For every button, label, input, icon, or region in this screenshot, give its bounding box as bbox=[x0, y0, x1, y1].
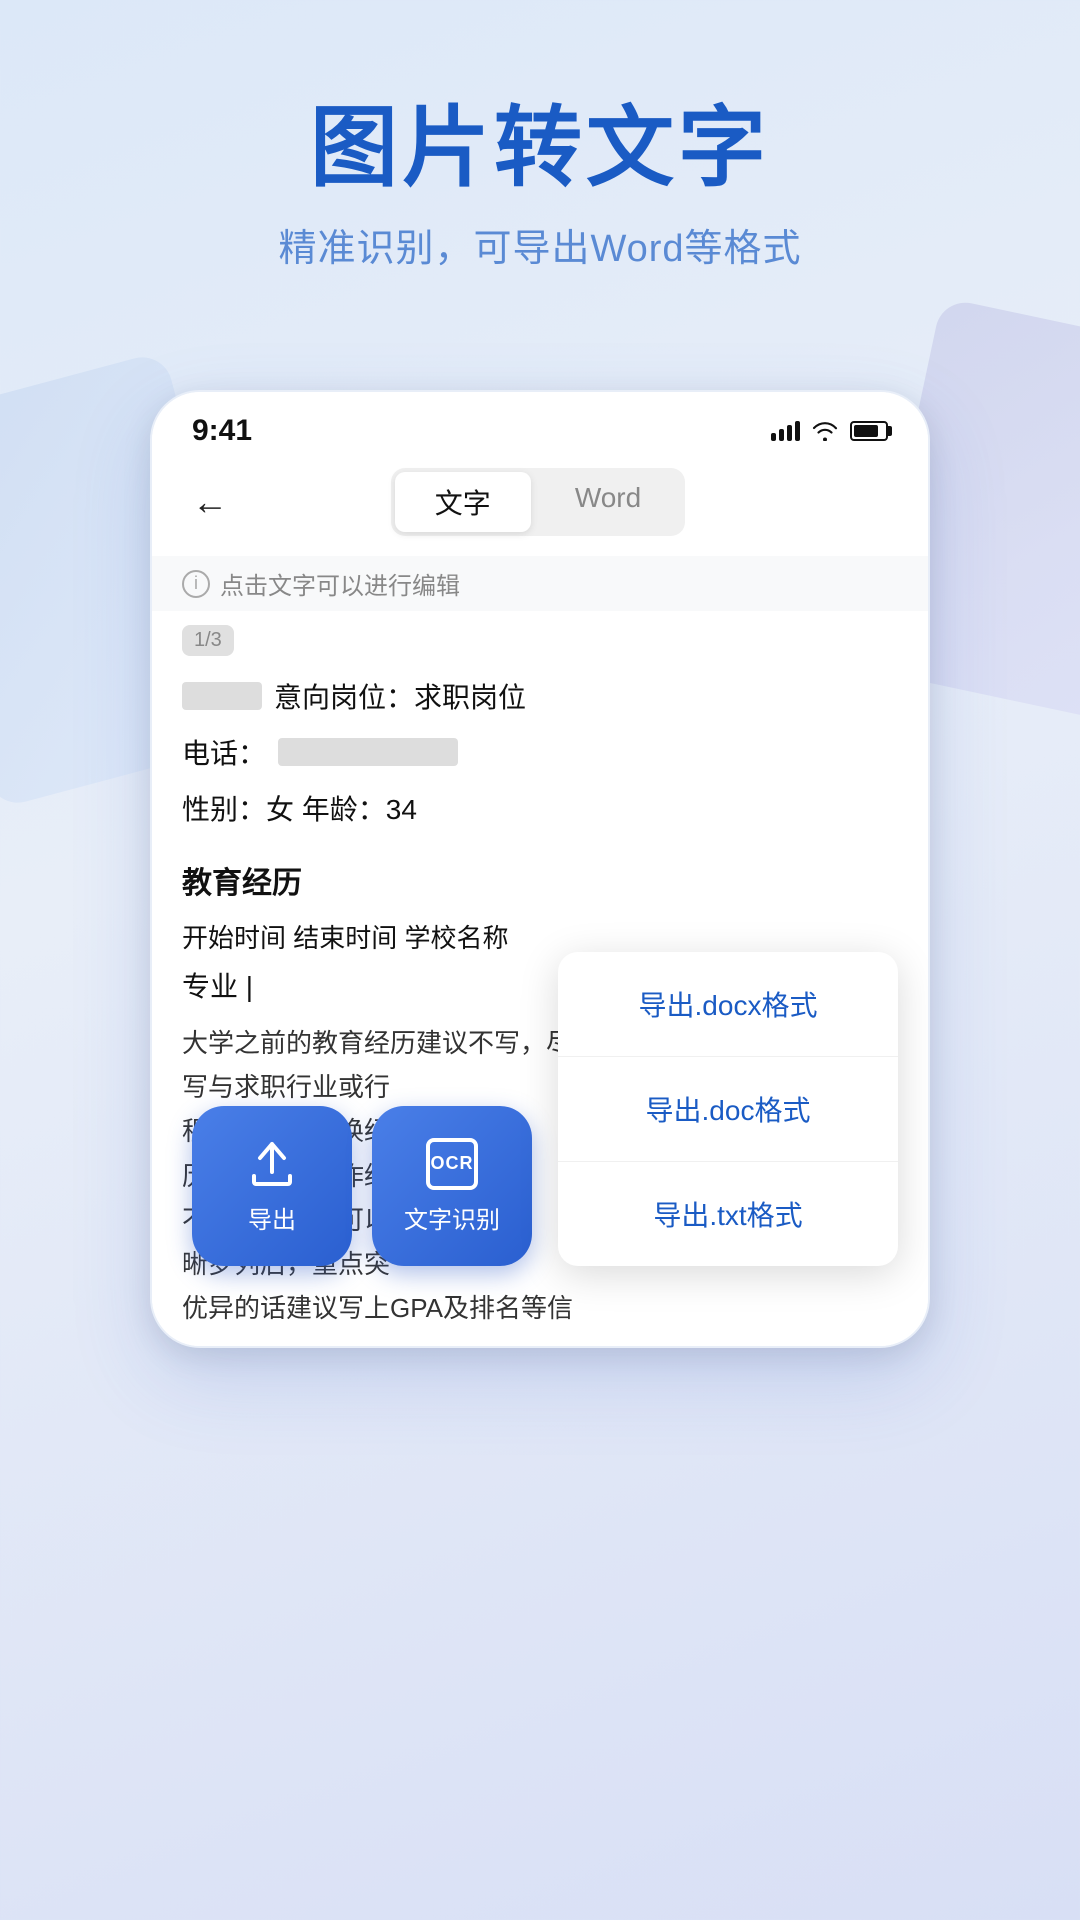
tab-word[interactable]: Word bbox=[535, 472, 681, 532]
back-button[interactable]: ← bbox=[182, 476, 238, 528]
hint-text: 点击文字可以进行编辑 bbox=[220, 566, 460, 601]
phone-mockup: 9:41 ← 文字 Word i 点击文字可以进行编辑 1/3 bbox=[150, 390, 930, 1348]
page-indicator: 1/3 bbox=[182, 625, 234, 656]
doc-table-header: 开始时间 结束时间 学校名称 bbox=[182, 918, 898, 955]
para-line-7: 优异的话建议写上GPA及排名等信 bbox=[182, 1286, 898, 1330]
export-button[interactable]: 导出 bbox=[192, 1106, 352, 1266]
status-bar: 9:41 bbox=[152, 392, 928, 458]
ocr-button[interactable]: OCR 文字识别 bbox=[372, 1106, 532, 1266]
tab-group: 文字 Word bbox=[391, 468, 685, 536]
app-navbar: ← 文字 Word bbox=[152, 458, 928, 556]
ocr-label: 文字识别 bbox=[404, 1200, 500, 1235]
hero-subtitle: 精准识别，可导出Word等格式 bbox=[0, 217, 1080, 272]
wifi-icon bbox=[812, 421, 838, 441]
export-docx-option[interactable]: 导出.docx格式 bbox=[558, 952, 898, 1057]
info-icon: i bbox=[182, 570, 210, 598]
export-doc-option[interactable]: 导出.doc格式 bbox=[558, 1057, 898, 1162]
tab-wenzi[interactable]: 文字 bbox=[395, 472, 531, 532]
blurred-photo bbox=[182, 682, 262, 710]
doc-section-education: 教育经历 bbox=[182, 858, 898, 902]
blurred-phone bbox=[278, 738, 458, 766]
doc-content: 意向岗位：求职岗位 电话： 性别：女 年龄：34 教育经历 开始时间 结束时间 … bbox=[152, 666, 928, 1346]
doc-row-position[interactable]: 意向岗位：求职岗位 bbox=[182, 676, 898, 716]
hero-section: 图片转文字 精准识别，可导出Word等格式 bbox=[0, 0, 1080, 312]
export-label: 导出 bbox=[248, 1200, 296, 1235]
hint-bar: i 点击文字可以进行编辑 bbox=[152, 556, 928, 611]
status-icons bbox=[771, 421, 888, 441]
export-menu: 导出.docx格式 导出.doc格式 导出.txt格式 bbox=[558, 952, 898, 1266]
export-icon bbox=[246, 1138, 298, 1190]
hero-title: 图片转文字 bbox=[0, 100, 1080, 197]
export-txt-option[interactable]: 导出.txt格式 bbox=[558, 1162, 898, 1266]
ocr-icon: OCR bbox=[426, 1138, 478, 1190]
floating-buttons: 导出 OCR 文字识别 bbox=[192, 1106, 532, 1266]
battery-icon bbox=[850, 421, 888, 441]
doc-row-gender[interactable]: 性别：女 年龄：34 bbox=[182, 788, 898, 828]
signal-icon bbox=[771, 421, 800, 441]
status-time: 9:41 bbox=[192, 414, 252, 448]
doc-row-phone[interactable]: 电话： bbox=[182, 732, 898, 772]
